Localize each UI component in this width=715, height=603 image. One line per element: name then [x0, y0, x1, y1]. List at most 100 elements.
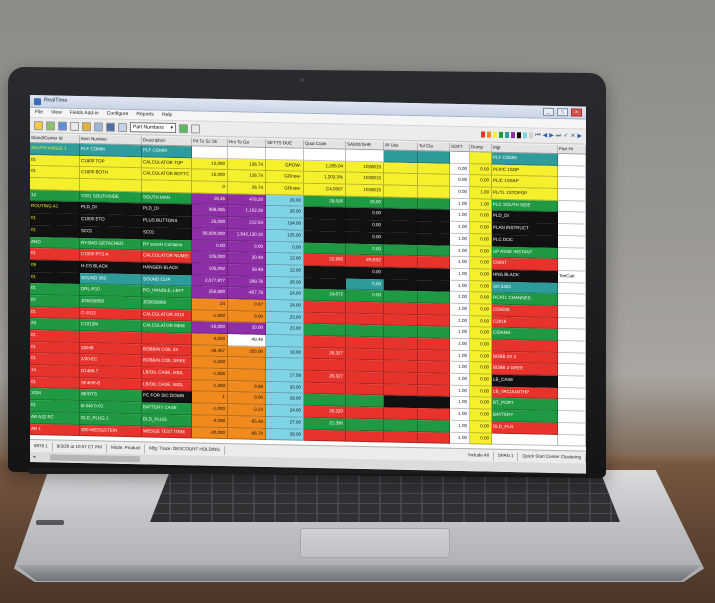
table-cell[interactable]: [558, 247, 586, 260]
table-cell[interactable]: 1.00: [450, 210, 470, 223]
table-cell[interactable]: 01: [30, 376, 80, 390]
table-cell[interactable]: HANGER BLACK: [142, 262, 192, 275]
table-cell[interactable]: [384, 232, 418, 245]
table-cell[interactable]: 1.00: [450, 432, 470, 445]
table-cell[interactable]: 28.00: [266, 194, 304, 208]
table-cell[interactable]: 0.00: [470, 327, 492, 340]
table-cell[interactable]: 1.00: [450, 198, 470, 211]
table-cell[interactable]: DLD_PLUG: [142, 414, 192, 427]
table-cell[interactable]: 0.00: [470, 257, 492, 270]
table-cell[interactable]: [558, 259, 586, 272]
table-cell[interactable]: 1.00: [450, 221, 470, 235]
table-cell[interactable]: [384, 419, 418, 432]
table-cell[interactable]: BOBBIN COIL 3X: [142, 344, 192, 357]
table-cell[interactable]: 0.00: [470, 234, 492, 247]
table-cell[interactable]: 24.00: [266, 299, 304, 313]
table-cell[interactable]: 2,077,977: [192, 274, 228, 288]
table-cell[interactable]: 1.00: [450, 373, 470, 386]
open-icon[interactable]: [82, 121, 91, 131]
table-cell[interactable]: 20.48: [228, 252, 266, 265]
table-cell[interactable]: 300-WEDGSTEIN: [80, 424, 142, 438]
table-cell[interactable]: [384, 208, 418, 222]
close-button[interactable]: ×: [571, 108, 582, 117]
table-cell[interactable]: TeeCab: [558, 270, 586, 284]
table-cell[interactable]: 07: [30, 294, 80, 308]
table-cell[interactable]: 01: [30, 283, 80, 296]
table-cell[interactable]: 24.00: [266, 288, 304, 301]
column-header[interactable]: Item Number: [80, 135, 142, 145]
color-swatch-cyan[interactable]: [523, 132, 528, 139]
table-cell[interactable]: 1,205.04: [304, 160, 346, 173]
table-cell[interactable]: [228, 357, 266, 371]
scrollbar-thumb[interactable]: [50, 454, 140, 463]
column-header[interactable]: Stand/Center Id: [30, 134, 80, 144]
table-cell[interactable]: [384, 384, 418, 397]
table-cell[interactable]: [558, 317, 586, 330]
table-cell[interactable]: 1.00: [450, 245, 470, 258]
table-cell[interactable]: 01: [30, 224, 80, 238]
table-cell[interactable]: 26.74: [228, 182, 266, 195]
column-header[interactable]: Tol Cla: [418, 142, 450, 151]
table-cell[interactable]: [384, 267, 418, 280]
table-cell[interactable]: [384, 150, 418, 163]
table-cell[interactable]: [304, 382, 346, 396]
table-cell[interactable]: 1.00: [450, 233, 470, 246]
table-cell[interactable]: [558, 235, 586, 249]
table-cell[interactable]: [346, 430, 384, 443]
table-cell[interactable]: 0.00: [228, 240, 266, 254]
table-cell[interactable]: 24: [192, 298, 228, 311]
table-cell[interactable]: GOnow-: [266, 183, 304, 196]
table-cell[interactable]: 09: [30, 259, 80, 273]
table-cell[interactable]: [558, 329, 586, 342]
table-cell[interactable]: [304, 324, 346, 337]
table-cell[interactable]: 17.08: [266, 370, 304, 383]
table-cell[interactable]: 105,000: [192, 251, 228, 265]
table-cell[interactable]: CALCULATOR MEM: [142, 320, 192, 334]
table-cell[interactable]: ANO: [30, 236, 80, 250]
table-cell[interactable]: 23.00: [266, 323, 304, 336]
table-cell[interactable]: [558, 189, 586, 202]
table-cell[interactable]: [418, 244, 450, 257]
table-cell[interactable]: 28.48: [228, 264, 266, 277]
table-cell[interactable]: -20,000: [192, 426, 228, 440]
table-cell[interactable]: [142, 332, 192, 346]
table-cell[interactable]: CALCULATOR BOTTC: [142, 168, 192, 182]
table-cell[interactable]: [418, 151, 450, 164]
table-cell[interactable]: 0.00: [470, 362, 492, 375]
table-cell[interactable]: -1,808: [192, 368, 228, 381]
column-header[interactable]: SAMO/SHR: [346, 140, 384, 150]
table-cell[interactable]: [304, 242, 346, 255]
table-cell[interactable]: 24.00: [266, 405, 304, 418]
table-cell[interactable]: 1.00: [450, 350, 470, 363]
table-cell[interactable]: [384, 173, 418, 187]
table-cell[interactable]: 0.00: [470, 374, 492, 387]
table-cell[interactable]: [558, 294, 586, 307]
menu-fields-add-in[interactable]: Fields Add-in: [70, 110, 99, 117]
table-cell[interactable]: 478.20: [228, 193, 266, 207]
table-cell[interactable]: 0.00: [470, 280, 492, 293]
table-cell[interactable]: 0.67: [228, 299, 266, 312]
table-cell[interactable]: [558, 434, 586, 447]
table-cell[interactable]: 28.00: [266, 393, 304, 406]
table-cell[interactable]: 1028015: [346, 184, 384, 198]
table-cell[interactable]: [346, 371, 384, 385]
table-cell[interactable]: 0.00: [470, 210, 492, 223]
refresh-icon[interactable]: [70, 121, 79, 131]
table-cell[interactable]: 01: [30, 166, 80, 180]
table-cell[interactable]: [558, 364, 586, 377]
table-cell[interactable]: -10,000: [192, 321, 228, 335]
table-cell[interactable]: 1.00: [450, 362, 470, 375]
table-cell[interactable]: [266, 358, 304, 371]
table-cell[interactable]: JD5028956: [142, 297, 192, 311]
table-cell[interactable]: RY exceH Containe: [142, 238, 192, 252]
table-cell[interactable]: 12,000: [192, 158, 228, 171]
table-cell[interactable]: [346, 406, 384, 420]
folder-icon[interactable]: [34, 120, 43, 130]
table-cell[interactable]: 1.00: [470, 187, 492, 200]
table-cell[interactable]: 1.00: [450, 303, 470, 316]
table-cell[interactable]: 21,390: [304, 417, 346, 431]
table-cell[interactable]: 0.00: [346, 266, 384, 279]
table-cell[interactable]: LB/OIL CASE, MIDL: [142, 367, 192, 381]
table-cell[interactable]: [304, 230, 346, 244]
table-cell[interactable]: 33.00: [266, 381, 304, 395]
